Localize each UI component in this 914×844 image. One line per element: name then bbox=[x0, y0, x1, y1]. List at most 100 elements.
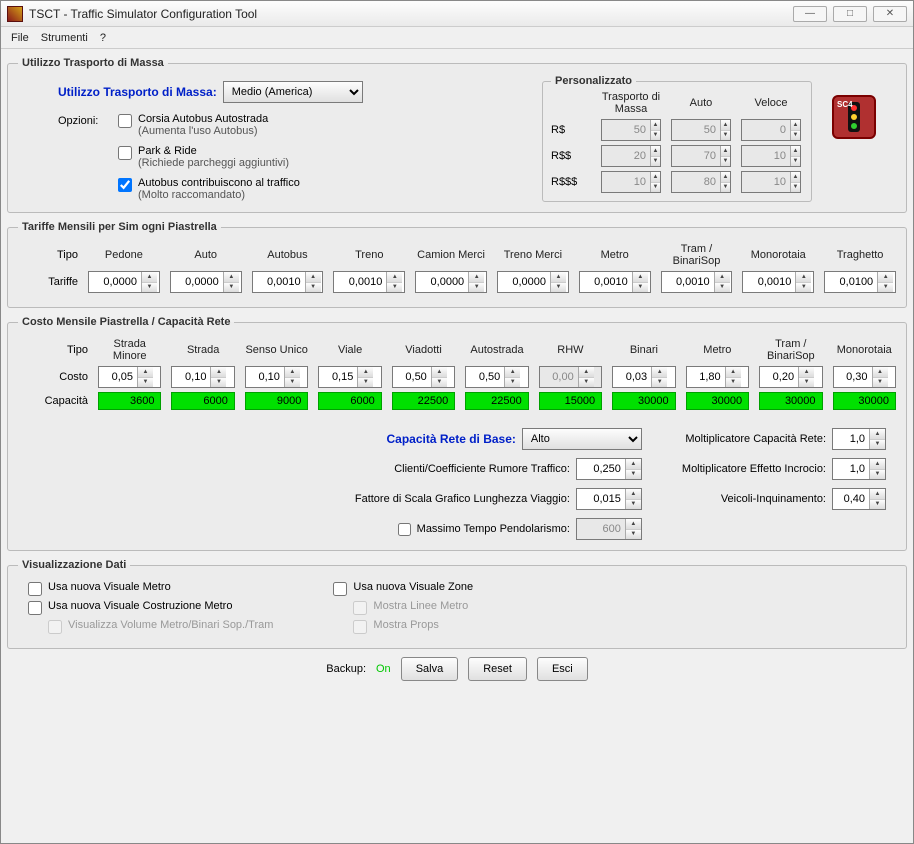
checkbox-props bbox=[353, 620, 367, 634]
spin-cell[interactable]: ▲▼ bbox=[497, 271, 569, 293]
mass-usage-label: Utilizzo Trasporto di Massa: bbox=[58, 85, 217, 99]
legend-dataview: Visualizzazione Dati bbox=[18, 559, 130, 571]
spin-cell[interactable]: ▲▼ bbox=[833, 366, 896, 388]
checkbox-zone-view[interactable] bbox=[333, 582, 347, 596]
spin-cell[interactable]: ▲▼ bbox=[171, 366, 234, 388]
cost-col-head: RHW bbox=[539, 344, 602, 356]
cost-col-head: Tram / BinariSop bbox=[759, 338, 822, 362]
capacity-cell: 22500 bbox=[392, 392, 455, 410]
spin-cell[interactable]: ▲▼ bbox=[612, 366, 675, 388]
cost-col-head: Autostrada bbox=[465, 344, 528, 356]
menu-tools[interactable]: Strumenti bbox=[41, 32, 88, 44]
capacity-cell: 6000 bbox=[171, 392, 234, 410]
spin-r1-speed[interactable]: ▲▼ bbox=[741, 119, 801, 141]
capacity-cell: 30000 bbox=[759, 392, 822, 410]
spin-cell[interactable]: ▲▼ bbox=[686, 366, 749, 388]
opt-park-ride-sub: (Richiede parcheggi aggiuntivi) bbox=[138, 157, 289, 169]
base-cap-select[interactable]: Alto bbox=[522, 428, 642, 450]
spin-mult-cap[interactable]: ▲▼ bbox=[832, 428, 886, 450]
cost-col-head: Viale bbox=[318, 344, 381, 356]
spin-cell[interactable]: ▲▼ bbox=[333, 271, 405, 293]
spin-r3-mass[interactable]: ▲▼ bbox=[601, 171, 661, 193]
app-icon bbox=[7, 6, 23, 22]
spin-mult-int[interactable]: ▲▼ bbox=[832, 458, 886, 480]
exit-button[interactable]: Esci bbox=[537, 657, 588, 681]
spin-cell[interactable]: ▲▼ bbox=[318, 366, 381, 388]
spin-cell[interactable]: ▲▼ bbox=[415, 271, 487, 293]
spin-r2-speed[interactable]: ▲▼ bbox=[741, 145, 801, 167]
checkbox-metro-view[interactable] bbox=[28, 582, 42, 596]
row-r2: R$$ bbox=[551, 150, 591, 162]
legend-custom: Personalizzato bbox=[551, 75, 636, 87]
minimize-button[interactable]: — bbox=[793, 6, 827, 22]
checkbox-commute[interactable] bbox=[398, 523, 411, 536]
backup-label: Backup: bbox=[326, 663, 366, 675]
spin-r3-speed[interactable]: ▲▼ bbox=[741, 171, 801, 193]
dv-c4: Usa nuova Visuale Zone bbox=[353, 581, 473, 593]
veh-poll-label: Veicoli-Inquinamento: bbox=[721, 493, 826, 505]
col-speed: Veloce bbox=[741, 97, 801, 109]
fares-col-head: Traghetto bbox=[824, 249, 896, 261]
spin-scale[interactable]: ▲▼ bbox=[576, 488, 642, 510]
legend-fares: Tariffe Mensili per Sim ogni Piastrella bbox=[18, 221, 221, 233]
spin-cell[interactable]: ▲▼ bbox=[579, 271, 651, 293]
spin-cell[interactable]: ▲▼ bbox=[170, 271, 242, 293]
menu-help[interactable]: ? bbox=[100, 32, 106, 44]
dv-c5: Mostra Linee Metro bbox=[373, 600, 468, 612]
save-button[interactable]: Salva bbox=[401, 657, 459, 681]
spin-cell[interactable]: ▲▼ bbox=[88, 271, 160, 293]
fares-col-head: Pedone bbox=[88, 249, 160, 261]
group-dataview: Visualizzazione Dati Usa nuova Visuale M… bbox=[7, 559, 907, 649]
spin-commute[interactable]: ▲▼ bbox=[576, 518, 642, 540]
spin-cell[interactable]: ▲▼ bbox=[245, 366, 308, 388]
spin-cell[interactable]: ▲▼ bbox=[465, 366, 528, 388]
spin-r2-mass[interactable]: ▲▼ bbox=[601, 145, 661, 167]
menu-file[interactable]: File bbox=[11, 32, 29, 44]
window-title: TSCT - Traffic Simulator Configuration T… bbox=[29, 7, 787, 21]
spin-noise[interactable]: ▲▼ bbox=[576, 458, 642, 480]
fares-col-head: Auto bbox=[170, 249, 242, 261]
spin-cell[interactable]: ▲▼ bbox=[824, 271, 896, 293]
spin-r1-mass[interactable]: ▲▼ bbox=[601, 119, 661, 141]
maximize-button[interactable]: □ bbox=[833, 6, 867, 22]
spin-r3-auto[interactable]: ▲▼ bbox=[671, 171, 731, 193]
spin-cell[interactable]: ▲▼ bbox=[742, 271, 814, 293]
cost-row-cost: Costo bbox=[18, 371, 88, 383]
dv-c6: Mostra Props bbox=[373, 619, 438, 631]
base-cap-label: Capacità Rete di Base: bbox=[387, 432, 516, 446]
reset-button[interactable]: Reset bbox=[468, 657, 527, 681]
dv-c2: Usa nuova Visuale Costruzione Metro bbox=[48, 600, 232, 612]
spin-cell[interactable]: ▲▼ bbox=[98, 366, 161, 388]
fares-col-head: Treno bbox=[333, 249, 405, 261]
spin-r1-auto[interactable]: ▲▼ bbox=[671, 119, 731, 141]
mult-int-label: Moltiplicatore Effetto Incrocio: bbox=[682, 463, 826, 475]
commute-label: Massimo Tempo Pendolarismo: bbox=[417, 523, 570, 535]
spin-r2-auto[interactable]: ▲▼ bbox=[671, 145, 731, 167]
spin-cell[interactable]: ▲▼ bbox=[759, 366, 822, 388]
cost-col-head: Viadotti bbox=[392, 344, 455, 356]
close-button[interactable]: ✕ bbox=[873, 6, 907, 22]
col-auto: Auto bbox=[671, 97, 731, 109]
sc4-logo-icon: SC4 bbox=[832, 95, 876, 139]
cost-col-head: Strada bbox=[171, 344, 234, 356]
checkbox-metro-lines bbox=[353, 601, 367, 615]
spin-cell[interactable]: ▲▼ bbox=[661, 271, 733, 293]
checkbox-bus-traffic[interactable] bbox=[118, 178, 132, 192]
checkbox-park-ride[interactable] bbox=[118, 146, 132, 160]
fares-row-type: Tipo bbox=[18, 249, 78, 261]
group-custom: Personalizzato Trasporto di Massa Auto V… bbox=[542, 75, 812, 202]
scale-label: Fattore di Scala Grafico Lunghezza Viagg… bbox=[355, 493, 570, 505]
backup-state: On bbox=[376, 663, 391, 675]
checkbox-bus-lane[interactable] bbox=[118, 114, 132, 128]
row-r3: R$$$ bbox=[551, 176, 591, 188]
cost-col-head: Monorotaia bbox=[833, 344, 896, 356]
cost-col-head: Strada Minore bbox=[98, 338, 161, 362]
mass-usage-select[interactable]: Medio (America) bbox=[223, 81, 363, 103]
spin-cell[interactable]: ▲▼ bbox=[392, 366, 455, 388]
spin-veh-poll[interactable]: ▲▼ bbox=[832, 488, 886, 510]
group-fares: Tariffe Mensili per Sim ogni Piastrella … bbox=[7, 221, 907, 308]
cost-col-head: Senso Unico bbox=[245, 344, 308, 356]
spin-cell[interactable]: ▲▼ bbox=[252, 271, 324, 293]
checkbox-metro-build-view[interactable] bbox=[28, 601, 42, 615]
opt-bus-traffic-sub: (Molto raccomandato) bbox=[138, 189, 300, 201]
